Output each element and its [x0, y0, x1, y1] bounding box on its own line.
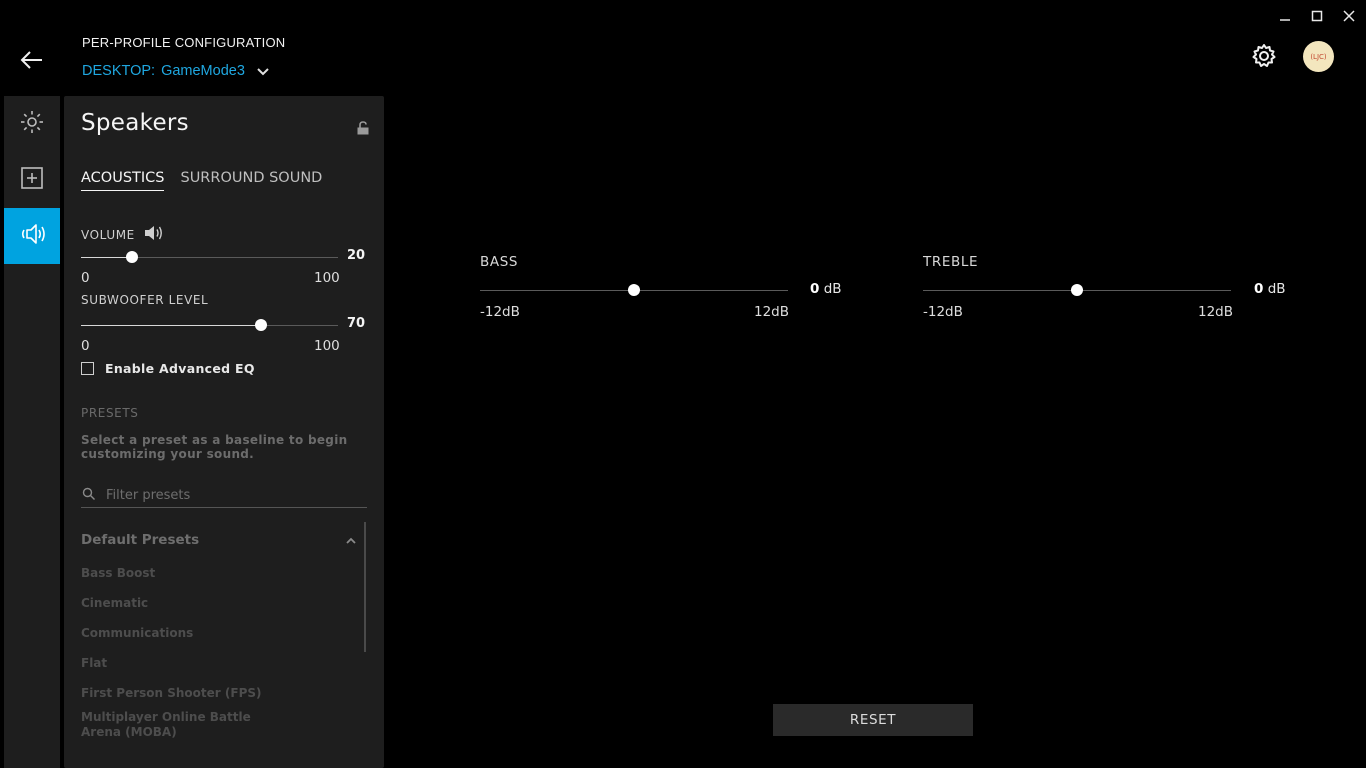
treble-label: TREBLE — [923, 254, 979, 270]
speaker-icon — [18, 221, 46, 251]
rail-item-assignments[interactable] — [4, 152, 60, 208]
preset-item[interactable]: Cinematic — [81, 596, 281, 626]
tab-bar: ACOUSTICS SURROUND SOUND — [81, 170, 322, 191]
maximize-icon[interactable] — [1310, 6, 1324, 26]
bass-max: 12dB — [754, 304, 790, 320]
treble-slider[interactable] — [923, 284, 1231, 296]
window-controls — [1278, 6, 1356, 26]
treble-min: -12dB — [923, 304, 963, 320]
tab-acoustics[interactable]: ACOUSTICS — [81, 170, 165, 191]
page-title: PER-PROFILE CONFIGURATION — [82, 35, 286, 50]
volume-label-row: VOLUME — [81, 224, 165, 245]
gear-icon[interactable] — [1250, 42, 1278, 70]
treble-slider-thumb[interactable] — [1071, 284, 1083, 296]
bass-slider[interactable] — [480, 284, 788, 296]
volume-value: 20 — [347, 248, 366, 263]
preset-search-input[interactable] — [106, 488, 346, 503]
subwoofer-min: 0 — [81, 338, 90, 354]
subwoofer-value: 70 — [347, 316, 366, 331]
preset-group-header[interactable]: Default Presets — [81, 532, 357, 548]
bass-slider-thumb[interactable] — [628, 284, 640, 296]
unlock-icon[interactable] — [356, 120, 370, 139]
close-icon[interactable] — [1342, 6, 1356, 26]
left-rail — [4, 96, 60, 768]
profile-prefix: DESKTOP: — [82, 62, 156, 79]
treble-value-readout: 0 dB — [1254, 281, 1286, 297]
preset-search — [81, 484, 367, 508]
preset-item[interactable]: Communications — [81, 626, 281, 656]
rail-item-lighting[interactable] — [4, 96, 60, 152]
bass-label: BASS — [480, 254, 519, 270]
volume-max: 100 — [314, 270, 340, 286]
bass-value-readout: 0 dB — [810, 281, 842, 297]
treble-max: 12dB — [1198, 304, 1234, 320]
profile-selector[interactable]: DESKTOP: GameMode3 — [82, 61, 269, 80]
treble-unit: dB — [1267, 281, 1286, 297]
volume-icon — [143, 224, 165, 245]
back-arrow-icon[interactable] — [18, 46, 46, 74]
preset-item[interactable]: Flat — [81, 656, 281, 686]
chevron-down-icon — [257, 64, 269, 80]
bass-unit: dB — [823, 281, 842, 297]
treble-value: 0 — [1254, 281, 1264, 297]
presets-description: Select a preset as a baseline to begin c… — [81, 433, 348, 461]
volume-slider[interactable] — [81, 251, 338, 263]
advanced-eq-label: Enable Advanced EQ — [105, 361, 255, 376]
preset-item[interactable]: Bass Boost — [81, 566, 281, 596]
advanced-eq-checkbox-row[interactable]: Enable Advanced EQ — [81, 361, 255, 376]
advanced-eq-checkbox[interactable] — [81, 362, 94, 375]
volume-min: 0 — [81, 270, 90, 286]
tab-surround-sound[interactable]: SURROUND SOUND — [180, 170, 322, 191]
plus-square-icon — [19, 165, 45, 195]
reset-button[interactable]: RESET — [773, 704, 973, 736]
bass-min: -12dB — [480, 304, 520, 320]
preset-item[interactable]: Multiplayer Online Battle Arena (MOBA) — [81, 710, 281, 740]
rail-item-audio[interactable] — [4, 208, 60, 264]
search-icon — [82, 486, 96, 505]
speakers-panel: Speakers ACOUSTICS SURROUND SOUND VOLUME… — [64, 96, 384, 768]
subwoofer-max: 100 — [314, 338, 340, 354]
bass-value: 0 — [810, 281, 820, 297]
subwoofer-slider-fill — [81, 325, 261, 326]
avatar-text: (LJC) — [1310, 52, 1327, 61]
panel-title: Speakers — [81, 110, 189, 136]
preset-group-title: Default Presets — [81, 532, 200, 548]
preset-item[interactable]: First Person Shooter (FPS) — [81, 686, 281, 710]
chevron-up-icon[interactable] — [345, 532, 357, 548]
bass-slider-fill — [480, 290, 634, 291]
treble-slider-fill — [923, 290, 1077, 291]
presets-label: PRESETS — [81, 406, 139, 420]
subwoofer-slider[interactable] — [81, 319, 338, 331]
minimize-icon[interactable] — [1278, 6, 1292, 26]
volume-label: VOLUME — [81, 227, 135, 242]
volume-slider-fill — [81, 257, 133, 258]
avatar[interactable]: (LJC) — [1303, 41, 1334, 72]
sun-icon — [19, 109, 45, 139]
preset-list-scrollbar[interactable] — [364, 522, 366, 652]
profile-name: GameMode3 — [161, 62, 245, 79]
volume-slider-thumb[interactable] — [126, 251, 139, 263]
subwoofer-slider-thumb[interactable] — [254, 319, 267, 331]
preset-list: Bass Boost Cinematic Communications Flat… — [81, 566, 281, 740]
subwoofer-label: SUBWOOFER LEVEL — [81, 293, 209, 307]
